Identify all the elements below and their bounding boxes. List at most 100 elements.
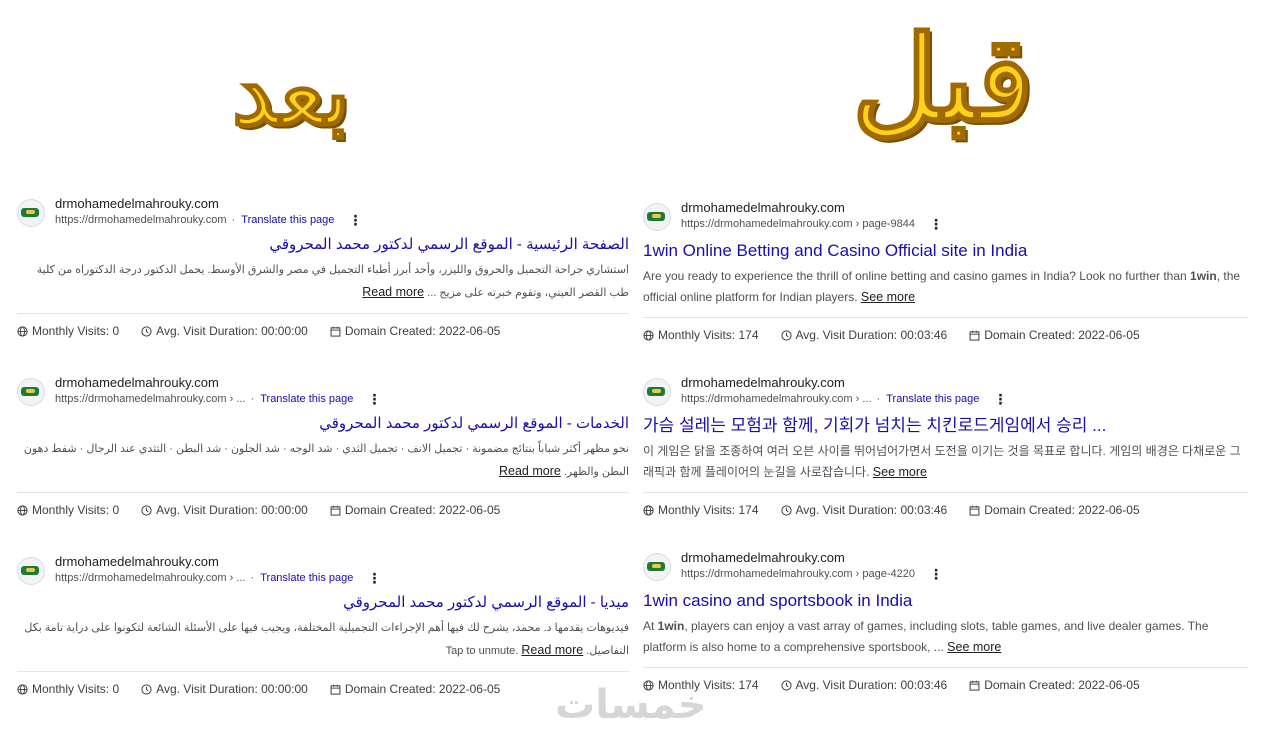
duration-value: 00:00:00	[261, 503, 308, 517]
more-options-icon[interactable]: ⋮	[367, 392, 381, 406]
result-title-link[interactable]: 가슴 설레는 모험과 함께, 기회가 넘치는 치킨로드게임에서 승리 ...	[643, 415, 1248, 437]
search-result: drmohamedelmahrouky.com https://drmohame…	[643, 200, 1248, 344]
search-result: drmohamedelmahrouky.com https://drmohame…	[17, 196, 629, 340]
result-title-link[interactable]: الصفحة الرئيسية - الموقع الرسمي لدكتور م…	[17, 235, 629, 255]
result-snippet: 이 게임은 닭을 조종하여 여러 오븐 사이를 뛰어넘어가면서 도전을 이기는 …	[643, 441, 1248, 483]
globe-icon	[643, 504, 654, 516]
site-favicon-icon[interactable]	[17, 378, 45, 406]
clock-icon	[780, 329, 792, 341]
created-label: Domain Created:	[344, 682, 436, 696]
see-more-link[interactable]: See more	[947, 640, 1001, 654]
site-url[interactable]: https://drmohamedelmahrouky.com	[55, 212, 227, 228]
duration-label: Avg. Visit Duration:	[795, 678, 898, 692]
result-snippet: Are you ready to experience the thrill o…	[643, 266, 1248, 308]
site-url[interactable]: https://drmohamedelmahrouky.com › ...	[55, 570, 246, 586]
stats-row: Monthly Visits: 0 Avg. Visit Duration: 0…	[17, 671, 629, 698]
monthly-visits: Monthly Visits: 174	[643, 328, 759, 342]
created-label: Domain Created:	[344, 503, 436, 517]
watermark-logo: خمسات	[555, 683, 707, 727]
read-more-link[interactable]: Read more	[499, 464, 561, 478]
result-title-link[interactable]: ميديا - الموقع الرسمي لدكتور محمد المحرو…	[17, 593, 629, 613]
read-more-link[interactable]: Read more	[521, 643, 583, 657]
snippet-text: At	[643, 619, 658, 633]
site-name[interactable]: drmohamedelmahrouky.com	[55, 375, 381, 391]
monthly-visits: Monthly Visits: 0	[17, 682, 119, 696]
site-url[interactable]: https://drmohamedelmahrouky.com › page-4…	[681, 566, 915, 582]
translate-link[interactable]: Translate this page	[260, 391, 353, 407]
duration-value: 00:03:46	[900, 678, 948, 692]
visits-label: Monthly Visits:	[32, 324, 110, 338]
created-value: 2022-06-05	[1078, 328, 1140, 342]
visit-duration: Avg. Visit Duration: 00:03:46	[780, 678, 948, 692]
site-name[interactable]: drmohamedelmahrouky.com	[55, 554, 381, 570]
stats-row: Monthly Visits: 174 Avg. Visit Duration:…	[643, 317, 1248, 344]
globe-icon	[17, 325, 28, 337]
visit-duration: Avg. Visit Duration: 00:03:46	[780, 503, 947, 517]
created-value: 2022-06-05	[438, 503, 501, 517]
site-name[interactable]: drmohamedelmahrouky.com	[681, 375, 1007, 391]
calendar-icon	[969, 680, 980, 691]
translate-link[interactable]: Translate this page	[260, 570, 353, 586]
visits-label: Monthly Visits:	[32, 503, 110, 517]
monthly-visits: Monthly Visits: 0	[17, 324, 119, 338]
visits-value: 0	[112, 503, 120, 517]
snippet-text-end: , players can enjoy a vast array of game…	[643, 619, 1209, 654]
more-options-icon[interactable]: ⋮	[993, 392, 1007, 406]
duration-value: 00:00:00	[261, 682, 308, 696]
result-snippet: At 1win, players can enjoy a vast array …	[643, 616, 1248, 658]
visit-duration: Avg. Visit Duration: 00:03:46	[780, 328, 947, 342]
site-name[interactable]: drmohamedelmahrouky.com	[681, 200, 943, 216]
separator-dot: ·	[250, 393, 255, 405]
result-snippet: نحو مظهر أكثر شباباً بنتائج مضمونة · تجم…	[17, 438, 629, 483]
visits-value: 174	[738, 328, 759, 342]
calendar-icon	[330, 505, 341, 516]
more-options-icon[interactable]: ⋮	[348, 213, 362, 227]
see-more-link[interactable]: See more	[873, 465, 927, 479]
snippet-text: Are you ready to experience the thrill o…	[643, 269, 1191, 283]
domain-created: Domain Created: 2022-06-05	[330, 324, 500, 338]
more-options-icon[interactable]: ⋮	[367, 571, 381, 585]
more-options-icon[interactable]: ⋮	[929, 567, 943, 581]
site-favicon-icon[interactable]	[17, 199, 45, 227]
duration-value: 00:00:00	[261, 324, 308, 338]
site-favicon-icon[interactable]	[643, 203, 671, 231]
visit-duration: Avg. Visit Duration: 00:00:00	[141, 324, 308, 338]
duration-label: Avg. Visit Duration:	[795, 328, 898, 342]
site-favicon-icon[interactable]	[643, 378, 671, 406]
site-name[interactable]: drmohamedelmahrouky.com	[55, 196, 362, 212]
translate-link[interactable]: Translate this page	[241, 212, 334, 228]
visits-value: 174	[738, 503, 759, 517]
calendar-icon	[969, 505, 980, 516]
result-title-link[interactable]: الخدمات - الموقع الرسمي لدكتور محمد المح…	[17, 414, 629, 434]
site-url[interactable]: https://drmohamedelmahrouky.com › ...	[681, 391, 872, 407]
result-title-link[interactable]: 1win Online Betting and Casino Official …	[643, 240, 1248, 262]
search-result: drmohamedelmahrouky.com https://drmohame…	[17, 375, 629, 519]
calendar-icon	[330, 684, 341, 695]
more-options-icon[interactable]: ⋮	[929, 217, 943, 231]
visit-duration: Avg. Visit Duration: 00:00:00	[141, 682, 308, 696]
snippet-bold: 1win	[657, 619, 685, 633]
created-value: 2022-06-05	[1078, 503, 1140, 517]
calendar-icon	[330, 326, 341, 337]
visits-label: Monthly Visits:	[658, 503, 736, 517]
result-title-link[interactable]: 1win casino and sportsbook in India	[643, 590, 1248, 612]
visits-value: 174	[738, 678, 759, 692]
read-more-link[interactable]: Read more	[362, 285, 424, 299]
stats-row: Monthly Visits: 0 Avg. Visit Duration: 0…	[17, 492, 629, 519]
site-url[interactable]: https://drmohamedelmahrouky.com › ...	[55, 391, 246, 407]
visits-value: 0	[112, 682, 120, 696]
see-more-link[interactable]: See more	[861, 290, 915, 304]
snippet-text: استشاري جراحة التجميل والحروق والليزر، و…	[36, 264, 629, 299]
results-before-column: drmohamedelmahrouky.com https://drmohame…	[643, 200, 1248, 694]
visit-duration: Avg. Visit Duration: 00:00:00	[141, 503, 308, 517]
clock-icon	[141, 504, 152, 516]
site-favicon-icon[interactable]	[643, 553, 671, 581]
site-url[interactable]: https://drmohamedelmahrouky.com › page-9…	[681, 216, 915, 232]
site-favicon-icon[interactable]	[17, 557, 45, 585]
created-label: Domain Created:	[344, 324, 436, 338]
globe-icon	[17, 504, 28, 516]
translate-link[interactable]: Translate this page	[886, 391, 979, 407]
monthly-visits: Monthly Visits: 174	[643, 503, 759, 517]
heading-after: بعد	[231, 38, 351, 146]
site-name[interactable]: drmohamedelmahrouky.com	[681, 550, 943, 566]
